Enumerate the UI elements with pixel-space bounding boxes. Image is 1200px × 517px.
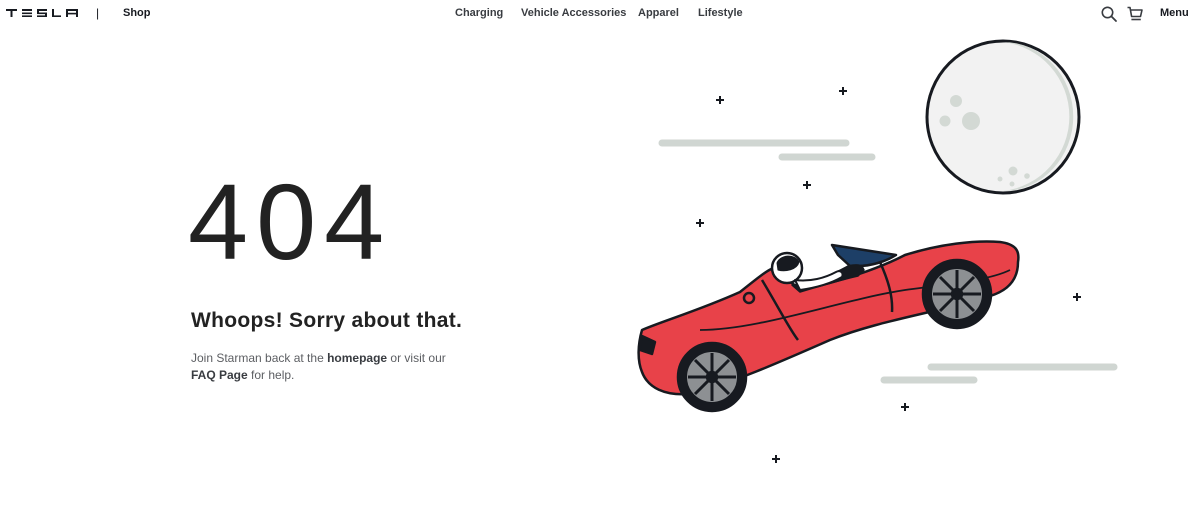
starman-roadster-illustration: [637, 39, 1118, 463]
moon-icon: [925, 39, 1081, 195]
site-header: | Shop Charging Vehicle Accessories Appa…: [0, 0, 1200, 28]
message-text-before: Join Starman back at the: [191, 351, 328, 365]
error-code: 404: [188, 161, 393, 282]
nav-charging[interactable]: Charging: [455, 7, 503, 19]
cart-icon[interactable]: [1126, 5, 1144, 23]
message-text-middle: or visit our: [387, 351, 446, 365]
faq-page-link[interactable]: FAQ Page: [191, 368, 248, 382]
front-wheel: [676, 341, 748, 413]
homepage-link[interactable]: homepage: [327, 351, 387, 365]
main-nav: Charging Vehicle Accessories Apparel Lif…: [0, 7, 1200, 21]
message-text-after: for help.: [247, 368, 295, 382]
nav-vehicle-accessories[interactable]: Vehicle Accessories: [521, 7, 626, 19]
menu-button[interactable]: Menu: [1160, 7, 1189, 19]
nav-lifestyle[interactable]: Lifestyle: [698, 7, 743, 19]
search-icon[interactable]: [1100, 5, 1118, 23]
error-message: Join Starman back at the homepage or vis…: [191, 350, 456, 384]
error-headline: Whoops! Sorry about that.: [191, 309, 463, 332]
roadster-car: [637, 240, 1020, 413]
rear-wheel: [921, 258, 993, 330]
nav-apparel[interactable]: Apparel: [638, 7, 679, 19]
